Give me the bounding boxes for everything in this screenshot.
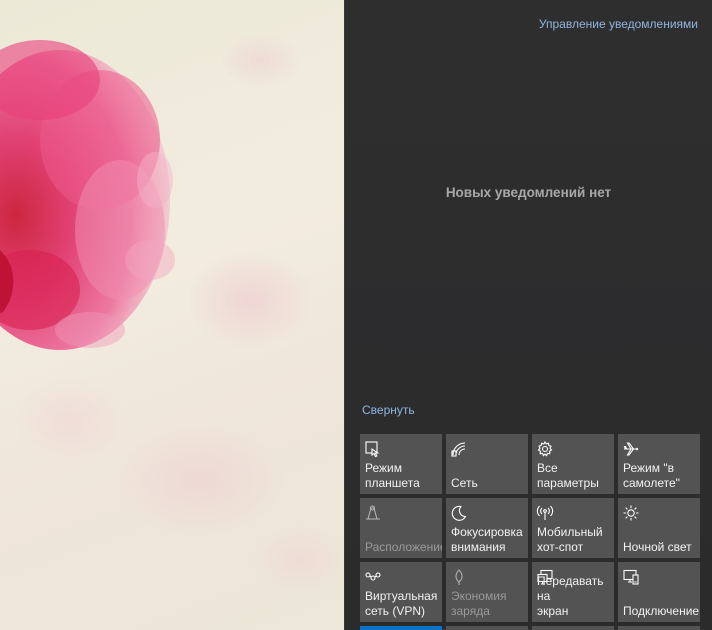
tile-network[interactable]: Сеть [446, 434, 528, 494]
tile-label: Экономия заряда [451, 589, 507, 618]
tile-night-light[interactable]: Ночной свет [618, 498, 700, 558]
airplane-icon [622, 440, 640, 458]
tile-label: Расположение [365, 540, 442, 554]
tile-label: Ночной свет [623, 540, 692, 554]
tile-connect[interactable]: Подключение [618, 562, 700, 622]
quick-actions-grid: Режим планшета Сеть Все параметры Режим … [360, 434, 700, 622]
tile-tablet-mode[interactable]: Режим планшета [360, 434, 442, 494]
tile-label: Все параметры [537, 461, 599, 490]
moon-icon [450, 504, 468, 522]
tile-partial[interactable] [360, 626, 442, 630]
tile-label: Режим планшета [365, 461, 420, 490]
tile-mobile-hotspot[interactable]: Мобильный хот-спот [532, 498, 614, 558]
connect-icon [622, 568, 640, 586]
tile-project[interactable]: Передавать на экран [532, 562, 614, 622]
gear-icon [536, 440, 554, 458]
tile-label: Мобильный хот-спот [537, 525, 603, 554]
tile-airplane-mode[interactable]: Режим "в самолете" [618, 434, 700, 494]
tile-partial[interactable] [618, 626, 700, 630]
tile-partial[interactable] [446, 626, 528, 630]
tile-label: Режим "в самолете" [623, 461, 680, 490]
quick-actions-next-row [360, 626, 700, 630]
tile-label: Сеть [451, 476, 478, 490]
battery-saver-icon [450, 568, 468, 586]
tile-label: Подключение [623, 604, 700, 618]
tablet-mode-icon [364, 440, 382, 458]
action-center-panel: Управление уведомлениями Новых уведомлен… [344, 0, 712, 630]
tile-label: Передавать на экран [537, 574, 604, 618]
tile-focus-assist[interactable]: Фокусировка внимания [446, 498, 528, 558]
collapse-link[interactable]: Свернуть [362, 403, 415, 417]
network-icon [450, 440, 468, 458]
tile-all-settings[interactable]: Все параметры [532, 434, 614, 494]
tile-label: Виртуальная сеть (VPN) [365, 589, 438, 618]
tile-partial[interactable] [532, 626, 614, 630]
night-light-icon [622, 504, 640, 522]
manage-notifications-link[interactable]: Управление уведомлениями [539, 17, 698, 31]
tile-vpn[interactable]: Виртуальная сеть (VPN) [360, 562, 442, 622]
location-icon [364, 504, 382, 522]
tile-label: Фокусировка внимания [451, 525, 523, 554]
tile-battery-saver[interactable]: Экономия заряда [446, 562, 528, 622]
vpn-icon [364, 568, 382, 586]
tile-location[interactable]: Расположение [360, 498, 442, 558]
desktop-wallpaper [0, 0, 344, 630]
hotspot-icon [536, 504, 554, 522]
flower-painting [0, 40, 175, 350]
empty-notifications-message: Новых уведомлений нет [445, 185, 612, 200]
